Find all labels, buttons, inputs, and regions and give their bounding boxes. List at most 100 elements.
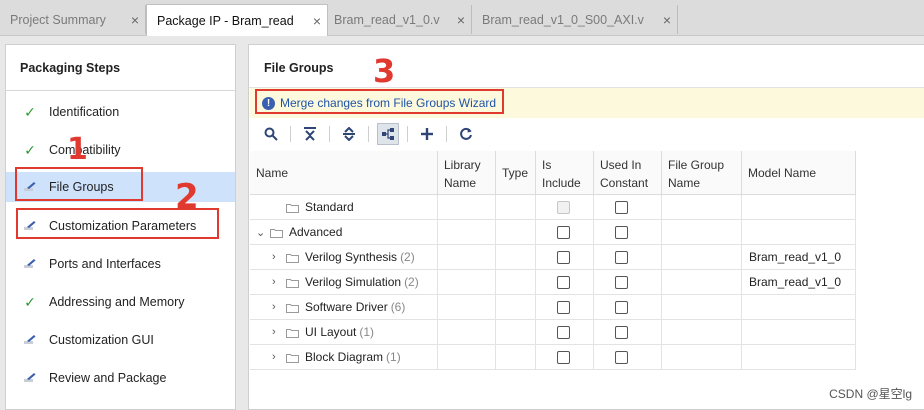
add-icon[interactable] bbox=[416, 123, 438, 145]
is-include-checkbox[interactable] bbox=[557, 250, 570, 264]
file-count: (2) bbox=[400, 250, 415, 264]
file-count: (6) bbox=[390, 300, 406, 314]
search-icon[interactable] bbox=[260, 123, 282, 145]
column-header-file-group-name[interactable]: File Group Name bbox=[662, 151, 742, 195]
column-header-used-in-constant[interactable]: Used In Constant bbox=[594, 151, 662, 195]
expand-all-icon[interactable] bbox=[338, 123, 360, 145]
table-row[interactable]: › UI Layout (1) bbox=[250, 320, 856, 345]
cell-is-include bbox=[536, 245, 594, 270]
chevron-right-icon[interactable]: › bbox=[272, 251, 286, 263]
table-row[interactable]: › Software Driver (6) bbox=[250, 295, 856, 320]
panel-title: Packaging Steps bbox=[6, 45, 235, 91]
tab-project-summary[interactable]: Project Summary × bbox=[0, 5, 146, 34]
tab-bram-read-axi[interactable]: Bram_read_v1_0_S00_AXI.v × bbox=[472, 5, 678, 34]
is-include-checkbox[interactable] bbox=[557, 300, 570, 314]
file-group-name: Verilog Simulation bbox=[305, 275, 402, 289]
used-in-constant-checkbox[interactable] bbox=[615, 250, 628, 264]
close-icon[interactable]: × bbox=[313, 13, 321, 29]
folder-icon bbox=[286, 327, 299, 338]
used-in-constant-checkbox[interactable] bbox=[615, 200, 628, 214]
table-row[interactable]: › Block Diagram (1) bbox=[250, 345, 856, 370]
tab-label: Bram_read_v1_0.v bbox=[334, 12, 440, 27]
annotation-box-file-groups bbox=[15, 167, 143, 201]
cell-file-group-name bbox=[662, 320, 742, 345]
cell-type bbox=[496, 295, 536, 320]
toolbar-divider bbox=[329, 126, 330, 142]
cell-model-name bbox=[742, 295, 856, 320]
column-header-name[interactable]: Name bbox=[250, 151, 438, 195]
is-include-checkbox[interactable] bbox=[557, 350, 570, 364]
step-review-and-package[interactable]: Review and Package bbox=[6, 363, 235, 393]
check-icon: ✓ bbox=[24, 103, 36, 120]
step-compatibility[interactable]: ✓ Compatibility bbox=[6, 135, 235, 165]
used-in-constant-checkbox[interactable] bbox=[615, 325, 628, 339]
cell-model-name bbox=[742, 195, 856, 220]
table-row[interactable]: Standard bbox=[250, 195, 856, 220]
cell-name: › UI Layout (1) bbox=[250, 320, 438, 345]
used-in-constant-checkbox[interactable] bbox=[615, 225, 628, 239]
chevron-right-icon[interactable]: › bbox=[272, 301, 286, 313]
folder-icon bbox=[286, 252, 299, 263]
chevron-right-icon[interactable]: › bbox=[272, 276, 286, 288]
cell-model-name bbox=[742, 320, 856, 345]
used-in-constant-checkbox[interactable] bbox=[615, 350, 628, 364]
cell-used-in-constant bbox=[594, 345, 662, 370]
cell-used-in-constant bbox=[594, 270, 662, 295]
close-icon[interactable]: × bbox=[131, 12, 139, 28]
cell-is-include bbox=[536, 195, 594, 220]
cell-library bbox=[438, 345, 496, 370]
file-group-name: Block Diagram bbox=[305, 350, 384, 364]
step-addressing-and-memory[interactable]: ✓ Addressing and Memory bbox=[6, 287, 235, 317]
step-label: Customization GUI bbox=[49, 333, 154, 347]
step-label: Review and Package bbox=[49, 371, 167, 385]
used-in-constant-checkbox[interactable] bbox=[615, 300, 628, 314]
cell-is-include bbox=[536, 220, 594, 245]
cell-is-include bbox=[536, 345, 594, 370]
file-group-name: UI Layout bbox=[305, 325, 357, 339]
table-row[interactable]: › Verilog Synthesis (2) Bram_read_v1_0 bbox=[250, 245, 856, 270]
is-include-checkbox[interactable] bbox=[557, 225, 570, 239]
chevron-down-icon[interactable]: ⌄ bbox=[256, 226, 270, 239]
cell-file-group-name bbox=[662, 295, 742, 320]
cell-library bbox=[438, 320, 496, 345]
tab-bram-read-v[interactable]: Bram_read_v1_0.v × bbox=[324, 5, 472, 34]
close-icon[interactable]: × bbox=[457, 12, 465, 28]
cell-model-name bbox=[742, 220, 856, 245]
cell-library bbox=[438, 270, 496, 295]
tab-package-ip[interactable]: Package IP - Bram_read × bbox=[146, 4, 328, 36]
cell-is-include bbox=[536, 295, 594, 320]
editor-tab-bar: Project Summary × Package IP - Bram_read… bbox=[0, 0, 924, 36]
column-header-library[interactable]: Library Name bbox=[438, 151, 496, 195]
cell-name: › Verilog Synthesis (2) bbox=[250, 245, 438, 270]
cell-name: › Block Diagram (1) bbox=[250, 345, 438, 370]
cell-file-group-name bbox=[662, 220, 742, 245]
file-count: (1) bbox=[386, 350, 401, 364]
file-groups-toolbar bbox=[250, 120, 924, 148]
column-header-is-include[interactable]: Is Include bbox=[536, 151, 594, 195]
step-label: Addressing and Memory bbox=[49, 295, 185, 309]
cell-is-include bbox=[536, 270, 594, 295]
cell-file-group-name bbox=[662, 195, 742, 220]
table-row[interactable]: › Verilog Simulation (2) Bram_read_v1_0 bbox=[250, 270, 856, 295]
cell-used-in-constant bbox=[594, 220, 662, 245]
chevron-right-icon[interactable]: › bbox=[272, 351, 286, 363]
step-customization-gui[interactable]: Customization GUI bbox=[6, 325, 235, 355]
step-ports-and-interfaces[interactable]: Ports and Interfaces bbox=[6, 249, 235, 279]
edit-icon bbox=[22, 257, 38, 271]
column-header-model-name[interactable]: Model Name bbox=[742, 151, 856, 195]
is-include-checkbox[interactable] bbox=[557, 275, 570, 289]
table-row[interactable]: ⌄ Advanced bbox=[250, 220, 856, 245]
used-in-constant-checkbox[interactable] bbox=[615, 275, 628, 289]
cell-type bbox=[496, 220, 536, 245]
hierarchy-icon[interactable] bbox=[377, 123, 399, 145]
column-header-type[interactable]: Type bbox=[496, 151, 536, 195]
edit-icon bbox=[22, 333, 38, 347]
close-icon[interactable]: × bbox=[663, 12, 671, 28]
annotation-number-2: 2 bbox=[175, 177, 199, 217]
collapse-all-icon[interactable] bbox=[299, 123, 321, 145]
chevron-right-icon[interactable]: › bbox=[272, 326, 286, 338]
refresh-icon[interactable] bbox=[455, 123, 477, 145]
step-identification[interactable]: ✓ Identification bbox=[6, 97, 235, 127]
is-include-checkbox[interactable] bbox=[557, 325, 570, 339]
cell-name: › Verilog Simulation (2) bbox=[250, 270, 438, 295]
